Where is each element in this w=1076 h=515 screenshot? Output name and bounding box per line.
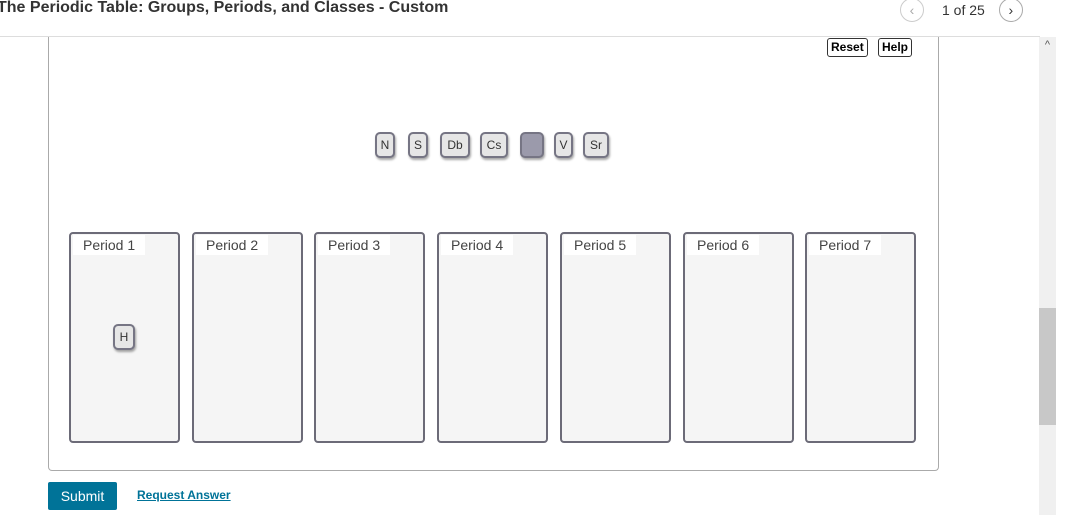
scroll-up-icon[interactable]: ^ xyxy=(1039,37,1056,53)
draggable-tile[interactable]: S xyxy=(408,132,428,158)
zone-label: Period 5 xyxy=(564,235,637,255)
drop-zone-period-5[interactable]: Period 5 xyxy=(560,232,671,443)
request-answer-link[interactable]: Request Answer xyxy=(137,488,231,502)
vertical-scrollbar[interactable]: ^ xyxy=(1039,37,1056,515)
page-counter: 1 of 25 xyxy=(942,2,985,18)
drop-zone-period-2[interactable]: Period 2 xyxy=(192,232,303,443)
drop-zone-period-6[interactable]: Period 6 xyxy=(683,232,794,443)
drop-zone-period-1[interactable]: Period 1 H xyxy=(69,232,180,443)
next-button[interactable]: › xyxy=(998,0,1023,22)
draggable-tile[interactable]: Sr xyxy=(583,132,609,158)
reset-button[interactable]: Reset xyxy=(827,38,868,57)
help-button[interactable]: Help xyxy=(878,38,913,57)
drop-zone-period-7[interactable]: Period 7 xyxy=(805,232,916,443)
previous-button[interactable]: ‹ xyxy=(900,0,924,22)
chevron-right-icon: › xyxy=(1008,2,1014,18)
drop-zone-period-3[interactable]: Period 3 xyxy=(314,232,425,443)
draggable-tile-blank[interactable] xyxy=(520,132,544,158)
zone-label: Period 1 xyxy=(73,235,146,255)
drag-drop-panel: Reset Help N S Db Cs V Sr Period 1 H Per… xyxy=(48,37,939,471)
draggable-tile[interactable]: Cs xyxy=(480,132,508,158)
zone-label: Period 3 xyxy=(318,235,391,255)
zone-label: Period 2 xyxy=(196,235,269,255)
submit-button[interactable]: Submit xyxy=(48,482,117,510)
placed-tile[interactable]: H xyxy=(113,324,135,350)
draggable-tile[interactable]: Db xyxy=(440,132,470,158)
chevron-left-icon: ‹ xyxy=(909,2,915,18)
draggable-tile[interactable]: V xyxy=(554,132,573,158)
drop-zone-period-4[interactable]: Period 4 xyxy=(437,232,548,443)
zone-label: Period 7 xyxy=(809,235,882,255)
draggable-tile[interactable]: N xyxy=(375,132,395,158)
page-title: The Periodic Table: Groups, Periods, and… xyxy=(0,0,449,16)
zone-label: Period 6 xyxy=(687,235,760,255)
scrollbar-thumb[interactable] xyxy=(1039,308,1056,425)
zone-label: Period 4 xyxy=(441,235,514,255)
pager: ‹ 1 of 25 › xyxy=(900,0,1023,22)
